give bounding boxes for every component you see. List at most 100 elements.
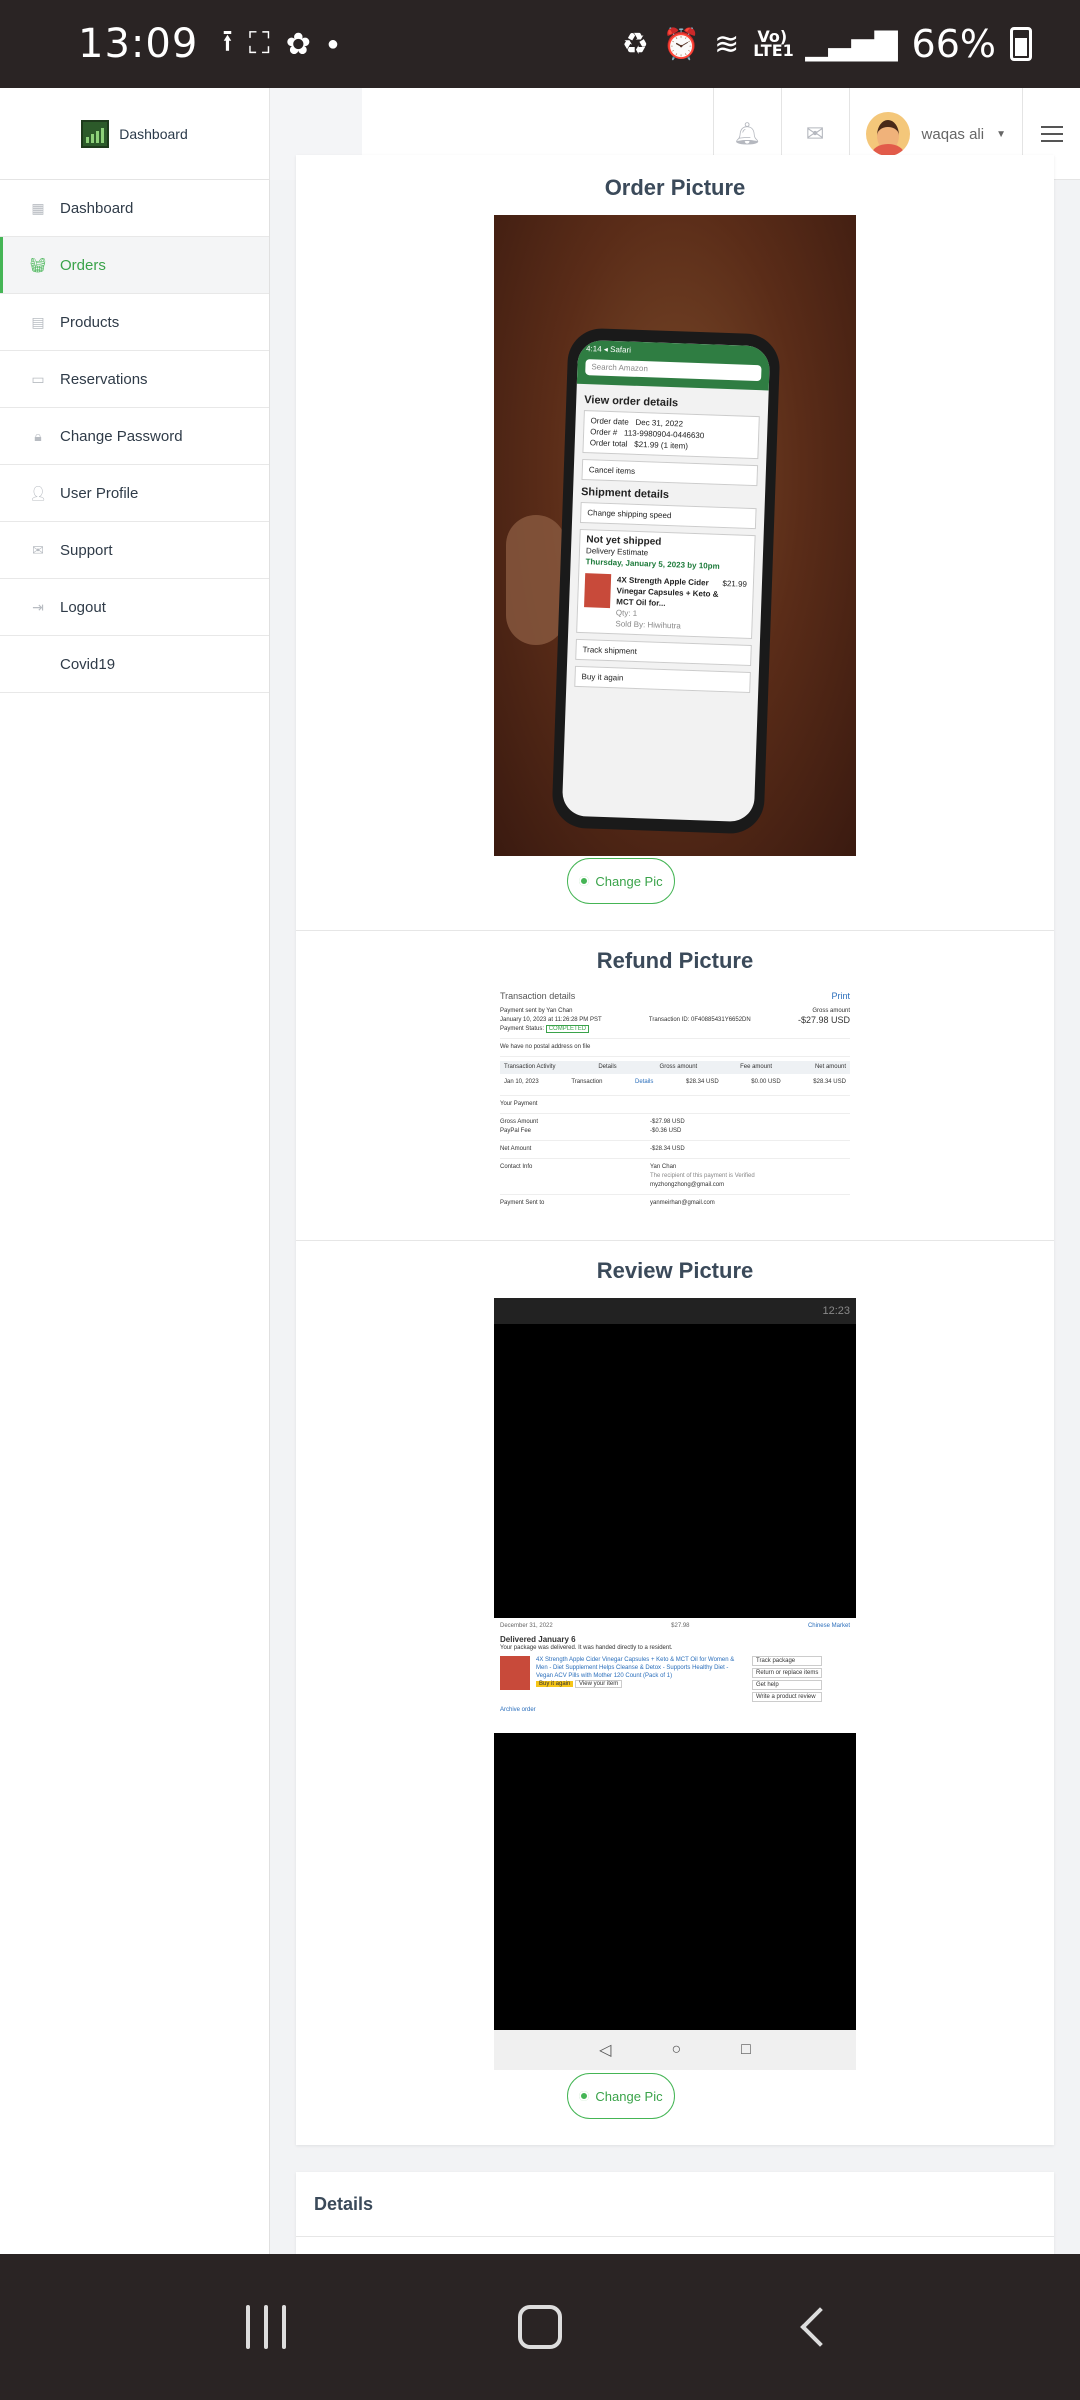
brand[interactable]: Dashboard	[0, 88, 270, 180]
envelope-icon: ✉	[805, 121, 825, 146]
review-write-review: Write a product review	[752, 1692, 823, 1702]
divider	[296, 2236, 1054, 2237]
refund-sent-by: Payment sent by Yan Chan	[500, 1008, 573, 1014]
review-time: 12:23	[822, 1305, 850, 1317]
refund-sent-to-label: Payment Sent to	[500, 1200, 545, 1206]
review-order-card: December 31, 2022 $27.98 Chinese Market De…	[494, 1618, 856, 1733]
review-buy-again: Buy it again	[536, 1681, 574, 1687]
blank-icon	[30, 656, 46, 672]
home-button[interactable]	[518, 2305, 562, 2349]
sidebar-item-label: Reservations	[60, 370, 148, 388]
avatar	[865, 112, 910, 156]
file-icon: ▤	[31, 313, 45, 330]
recents-square-icon: □	[741, 2041, 751, 2058]
refund-gross-amount-label: Gross Amount	[500, 1119, 539, 1125]
refund-paypal-fee-label: PayPal Fee	[500, 1128, 532, 1134]
brand-label: Dashboard	[119, 126, 188, 142]
refund-title: Transaction details	[500, 991, 576, 1001]
refund-verified: The recipient of this payment is Verifie…	[650, 1173, 755, 1179]
review-return: Return or replace items	[752, 1668, 823, 1678]
photo-order-no-label: Order #	[590, 427, 618, 438]
back-button[interactable]	[800, 2307, 840, 2347]
details-card: Details	[296, 2172, 1054, 2262]
sidebar-item-orders[interactable]: 🧺︎ Orders	[0, 237, 269, 294]
photo-sold-by: Sold By: Hiwihutra	[615, 619, 681, 631]
refund-row-gross: $28.34 USD	[686, 1079, 719, 1085]
gear-icon	[579, 2091, 590, 2101]
sidebar-item-logout[interactable]: ⇥ Logout	[0, 579, 269, 636]
sidebar-item-label: User Profile	[60, 484, 139, 502]
photo-track: Track shipment	[575, 638, 752, 667]
photo-shipment-heading: Shipment details	[580, 485, 670, 502]
review-archive: Archive order	[500, 1707, 536, 1713]
review-order-placed: December 31, 2022	[500, 1623, 553, 1629]
review-product-thumb	[500, 1656, 530, 1690]
refund-activity: Transaction Activity	[504, 1064, 556, 1070]
refund-net-amount: -$28.34 USD	[650, 1146, 685, 1152]
sidebar-item-label: Dashboard	[60, 199, 134, 217]
refund-paypal-fee: -$0.36 USD	[650, 1128, 682, 1134]
sidebar-item-label: Change Password	[60, 427, 183, 445]
refund-gross: -$27.98 USD	[797, 1015, 850, 1025]
refund-net-amount-label: Net Amount	[500, 1146, 532, 1152]
refund-col-gross: Gross amount	[659, 1064, 698, 1070]
refund-gross-amount: -$27.98 USD	[650, 1119, 685, 1125]
user-name: waqas ali	[921, 125, 985, 143]
upload-icon: ⭱	[222, 24, 233, 58]
order-picture: 4:14 ◂ Safari Search Amazon View order d…	[494, 215, 856, 856]
review-picture-title: Review Picture	[596, 1258, 754, 1283]
envelope-icon: ✉	[32, 541, 44, 558]
order-picture-title: Order Picture	[604, 175, 746, 200]
refund-no-address: We have no postal address on file	[500, 1044, 591, 1050]
sidebar-item-label: Products	[60, 313, 120, 331]
refund-sent-to: yanmeirhan@gmail.com	[650, 1200, 715, 1206]
home-circle-icon: ○	[671, 2041, 682, 2058]
refund-contact-name: Yan Chan	[650, 1164, 677, 1170]
sidebar-item-label: Logout	[60, 598, 106, 616]
refund-status-badge: COMPLETED	[545, 1025, 590, 1033]
sidebar-item-user-profile[interactable]: 👤︎ User Profile	[0, 465, 269, 522]
review-nav-bar: ◁ ○ □	[494, 2030, 856, 2070]
basket-icon: 🧺︎	[29, 256, 47, 273]
review-product: 4X Strength Apple Cider Vinegar Capsules…	[536, 1657, 735, 1679]
table-icon: ▦	[31, 199, 45, 216]
sidebar-item-reservations[interactable]: ▭ Reservations	[0, 351, 269, 408]
status-left-icons: ⭱ ⛶ ✿ ●	[222, 19, 339, 70]
details-title: Details	[314, 2194, 374, 2214]
order-pictures-panel: Order Picture 4:14 ◂ Safari Search Amazo…	[296, 155, 1054, 2145]
phone-photo: 4:14 ◂ Safari Search Amazon View order d…	[551, 327, 781, 835]
hamburger-icon	[1040, 126, 1063, 142]
system-nav-bar	[0, 2254, 1080, 2400]
network-label: Vo) LTE1	[753, 27, 794, 60]
sidebar-item-change-password[interactable]: 🔒︎ Change Password	[0, 408, 269, 465]
sidebar-item-label: Orders	[60, 256, 106, 274]
review-track: Track package	[752, 1656, 823, 1666]
sidebar-item-covid19[interactable]: Covid19	[0, 636, 269, 693]
photo-order-total-label: Order total	[589, 438, 628, 449]
refund-payment-status: Payment Status:	[500, 1026, 545, 1032]
refund-row-date: Jan 10, 2023	[504, 1079, 539, 1085]
sidebar-item-support[interactable]: ✉ Support	[0, 522, 269, 579]
alarm-icon: ⏰	[662, 26, 701, 62]
photo-buy-again: Buy it again	[574, 665, 751, 694]
refund-row-net: $28.34 USD	[813, 1079, 846, 1085]
sidebar-item-label: Covid19	[60, 655, 116, 673]
photo-search: Search Amazon	[585, 359, 762, 382]
review-delivered: Delivered January 6	[500, 1635, 576, 1644]
sign-out-icon: ⇥	[32, 598, 44, 615]
status-time: 13:09	[78, 21, 199, 67]
review-help: Get help	[752, 1680, 823, 1690]
refund-row-fee: $0.00 USD	[751, 1079, 781, 1085]
sidebar-item-dashboard[interactable]: ▦ Dashboard	[0, 180, 269, 237]
status-bar: 13:09 ⭱ ⛶ ✿ ● ♻ ⏰ ≋ Vo) LTE1 ▁▃▅▇ 66%	[0, 0, 1080, 88]
dot-icon: ●	[326, 32, 340, 55]
change-review-pic-button[interactable]: Change Pic	[567, 2073, 675, 2119]
photo-product: 4X Strength Apple Cider Vinegar Capsules…	[616, 575, 719, 608]
photo-order-date-label: Order date	[590, 416, 629, 427]
recents-button[interactable]	[246, 2305, 286, 2349]
refund-print: Print	[831, 991, 850, 1001]
sidebar-item-products[interactable]: ▤ Products	[0, 294, 269, 351]
refund-col-net: Net amount	[814, 1064, 846, 1070]
sidebar-item-label: Support	[60, 541, 113, 559]
change-order-pic-button[interactable]: Change Pic	[567, 858, 675, 904]
